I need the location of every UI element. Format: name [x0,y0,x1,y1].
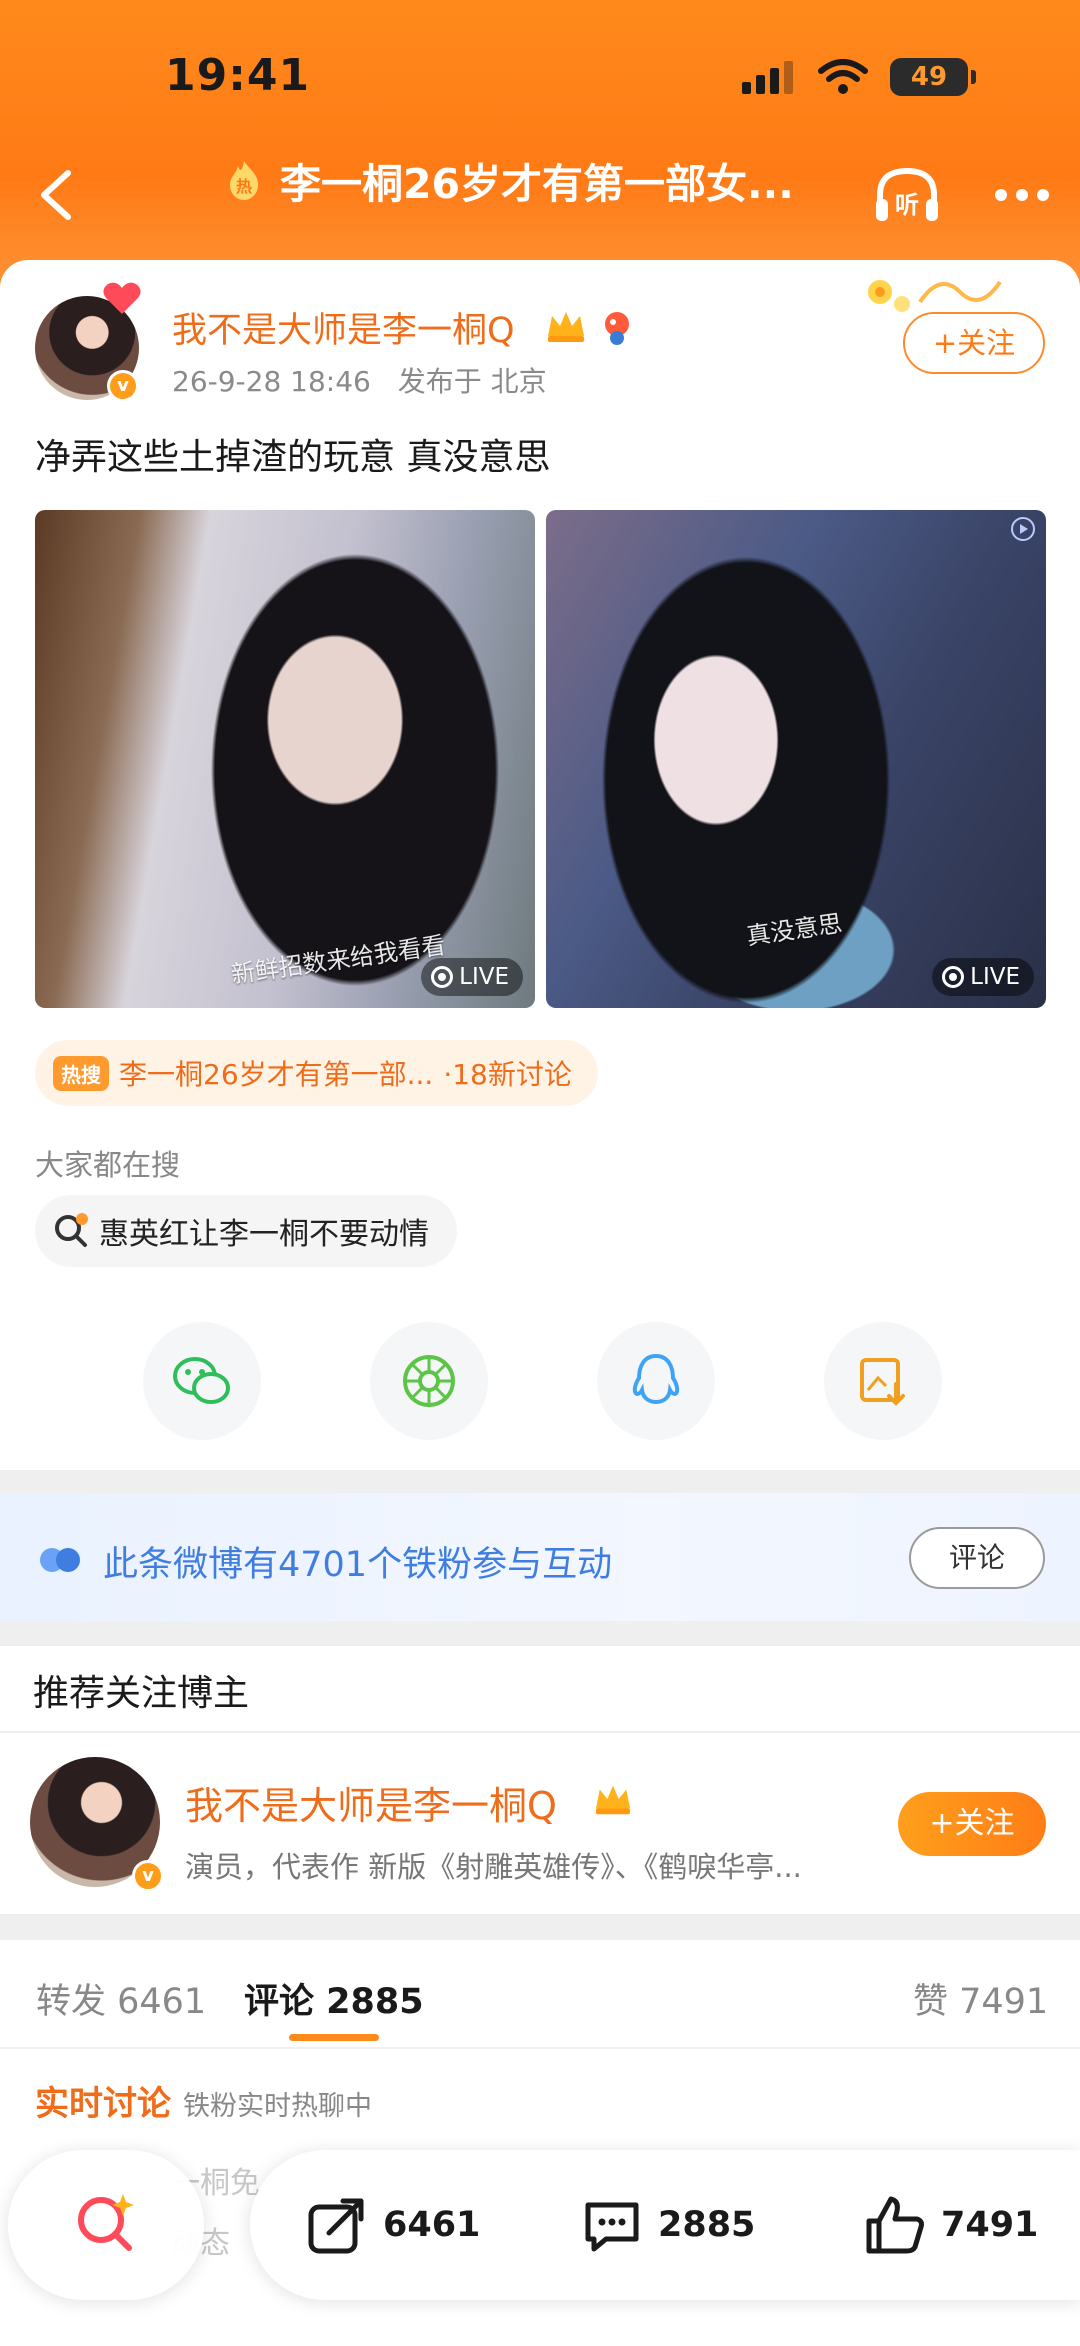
wifi-icon [818,59,868,94]
wechat-icon [173,1357,230,1404]
comment-count: 2885 [658,2205,756,2245]
divider [0,2047,1080,2049]
hot-topic-pill[interactable]: 热搜 李一桐26岁才有第一部... ·18新讨论 [35,1040,598,1106]
like-action[interactable]: 7491 [863,2190,1038,2260]
battery-indicator: 49 [890,58,976,96]
fans-interaction-text: 此条微博有4701个铁粉参与互动 [103,1545,613,1585]
more-options-icon[interactable] [994,188,1050,202]
post-location: 发布于 北京 [397,365,547,398]
search-suggestion-text: 惠英红让李一桐不要动情 [99,1217,429,1252]
verified-badge-icon: v [132,1860,164,1892]
search-suggestion-pill[interactable]: 惠英红让李一桐不要动情 [35,1195,457,1267]
live-label: LIVE [459,964,509,990]
headphones-listen-icon[interactable]: 听 [872,165,942,225]
save-image-button[interactable] [824,1322,942,1440]
hot-search-tag: 热搜 [53,1055,109,1091]
topic-discussion-count: ·18新讨论 [443,1058,572,1091]
fans-comment-button[interactable]: 评论 [909,1527,1045,1589]
back-icon[interactable] [28,165,88,225]
like-count: 7491 [941,2205,1039,2245]
comment-action[interactable]: 2885 [580,2190,755,2260]
share-qq-button[interactable] [597,1322,715,1440]
comment-icon [585,2202,639,2252]
status-time: 19:41 [165,50,311,101]
crown-badge-icon [595,1785,631,1815]
repost-icon [308,2198,364,2254]
repost-count: 6461 [383,2205,481,2245]
qq-icon [632,1353,680,1405]
live-photo-tag: LIVE [932,958,1034,996]
topic-title: 李一桐26岁才有第一部... [119,1058,434,1091]
active-tab-indicator [289,2034,379,2041]
mascot-badge-icon [605,312,629,345]
tab-repost[interactable]: 转发 6461 [36,1973,206,2024]
hot-search-icon [55,1213,88,1247]
live-discussion-title[interactable]: 实时讨论 [35,2076,171,2125]
top-header [0,0,1080,290]
hot-flame-icon: 热 [230,161,258,200]
photo-caption: 新鲜招数来给我看看 [229,931,448,989]
tab-comment[interactable]: 评论 2885 [244,1973,424,2024]
search-sparkle-icon [78,2194,134,2251]
recommend-description: 演员，代表作 新版《射雕英雄传》、《鹤唳华亭... [185,1850,802,1884]
share-moments-button[interactable] [370,1322,488,1440]
fans-icon [40,1548,80,1572]
status-indicators: 49 [740,58,976,96]
moments-icon [403,1355,455,1407]
divider [0,1731,1080,1733]
recommend-name[interactable]: 我不是大师是李一桐Q [185,1775,557,1830]
live-photo-icon [431,966,454,988]
heart-decoration-icon [103,282,141,314]
live-label: LIVE [970,964,1020,990]
listen-label: 听 [895,191,919,219]
live-photo-tag: LIVE [421,958,523,996]
photo-caption: 真没意思 [744,909,844,951]
crown-badge-icon [548,312,584,342]
verified-badge-icon: v [107,370,139,402]
share-wechat-button[interactable] [143,1322,261,1440]
post-text: 净弄这些土掉渣的玩意 真没意思 [35,437,551,478]
signal-icon [742,61,793,94]
follow-button[interactable]: +关注 [903,312,1045,374]
repost-action[interactable]: 6461 [305,2190,480,2260]
post-photo-1[interactable]: 新鲜招数来给我看看 LIVE [35,510,535,1008]
live-discussion-subtitle: 铁粉实时热聊中 [183,2091,372,2122]
author-name[interactable]: 我不是大师是李一桐Q [172,302,515,353]
video-play-icon [1011,517,1035,541]
post-photo-2[interactable]: 真没意思 LIVE [546,510,1046,1008]
recommend-title: 推荐关注博主 [33,1673,250,1714]
svg-text:热: 热 [236,177,252,196]
bottom-search-button[interactable] [8,2150,204,2300]
nav-title[interactable]: 李一桐26岁才有第一部女... [280,150,860,210]
live-photo-icon [942,966,965,988]
post-date: 26-9-28 18:46 [172,365,371,398]
recommend-follow-button[interactable]: +关注 [898,1792,1046,1856]
everyone-searching-label: 大家都在搜 [35,1148,181,1182]
post-meta: 26-9-28 18:46 发布于 北京 [172,360,547,400]
thumbs-up-icon [866,2196,924,2254]
tab-like[interactable]: 赞 7491 [913,1973,1048,2024]
save-image-icon [860,1358,905,1406]
